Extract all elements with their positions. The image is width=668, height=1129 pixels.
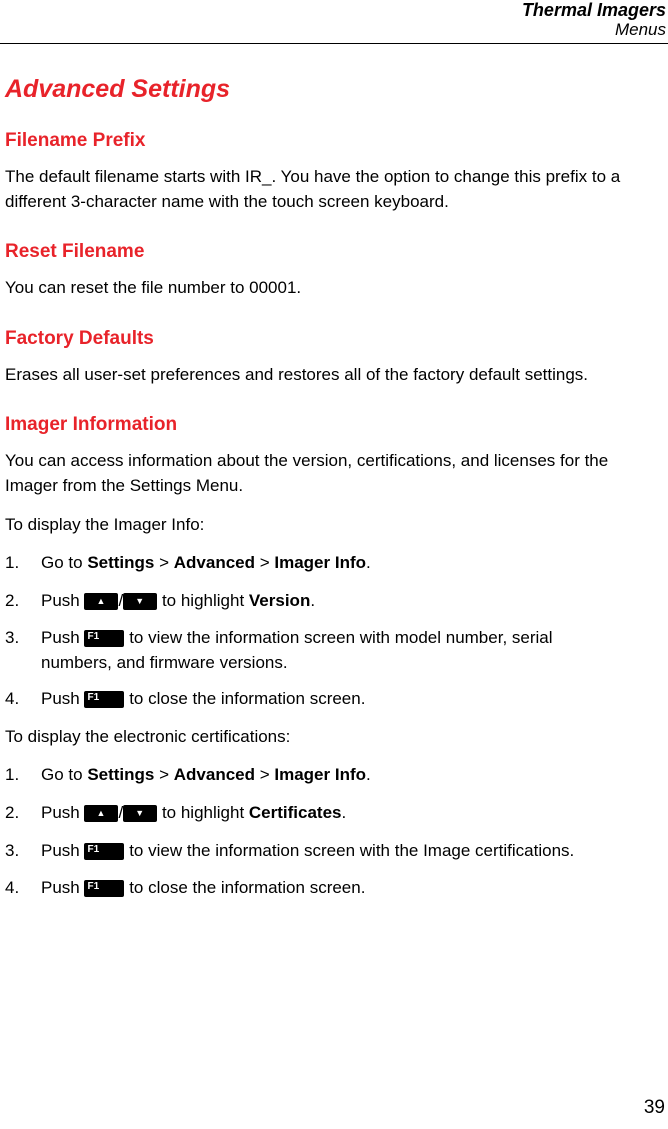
down-arrow-key-icon: ▼ (123, 593, 158, 610)
section-heading: Filename Prefix (5, 130, 146, 151)
procedure2-step-1: 1. Go to Settings > Advanced > Imager Inf… (5, 765, 371, 784)
section-heading: Factory Defaults (5, 328, 154, 349)
procedure1-step-3: 3. Push F1 to view the information screen… (5, 628, 553, 672)
section-text: You can reset the file number to 00001. (5, 278, 302, 297)
page-number: 39 (643, 1097, 665, 1118)
up-arrow-key-icon: ▲ (84, 805, 119, 822)
procedure1-step-2: 2. Push ▲ / ▼ to highlight Version. (5, 591, 316, 610)
section-text: You can access information about the ver… (5, 451, 609, 495)
section-factory-defaults: Factory Defaults Erases all user-set pre… (5, 327, 588, 387)
procedure1-intro: To display the Imager Info: (5, 515, 205, 534)
f1-key-icon: F1 (84, 691, 125, 708)
running-header: Thermal Imagers Menus (522, 0, 666, 40)
up-arrow-key-icon: ▲ (84, 593, 119, 610)
procedure2-intro: To display the electronic certifications… (5, 727, 291, 746)
section-filename-prefix: Filename Prefix The default filename sta… (5, 129, 665, 214)
section-heading: Imager Information (5, 414, 178, 435)
section-imager-information: Imager Information You can access inform… (5, 413, 655, 498)
procedure1-step-4: 4. Push F1 to close the information scree… (5, 689, 366, 708)
header-title: Thermal Imagers (521, 0, 666, 20)
procedure2-step-4: 4. Push F1 to close the information scree… (5, 878, 366, 897)
procedure1-step-1: 1. Go to Settings > Advanced > Imager Inf… (5, 553, 371, 572)
section-reset-filename: Reset Filename You can reset the file nu… (5, 240, 301, 300)
procedure2-step-2: 2. Push ▲ / ▼ to highlight Certificates. (5, 803, 347, 822)
procedure2-step-3: 3. Push F1 to view the information screen… (5, 841, 575, 860)
down-arrow-key-icon: ▼ (123, 805, 158, 822)
section-text: The default filename starts with IR_. Yo… (5, 167, 621, 211)
f1-key-icon: F1 (84, 880, 125, 897)
page-title: Advanced Settings (5, 75, 231, 103)
header-rule (0, 43, 668, 44)
section-heading: Reset Filename (5, 241, 145, 262)
header-subtitle: Menus (614, 20, 666, 39)
section-text: Erases all user-set preferences and rest… (5, 365, 589, 384)
f1-key-icon: F1 (84, 630, 125, 647)
f1-key-icon: F1 (84, 843, 125, 860)
